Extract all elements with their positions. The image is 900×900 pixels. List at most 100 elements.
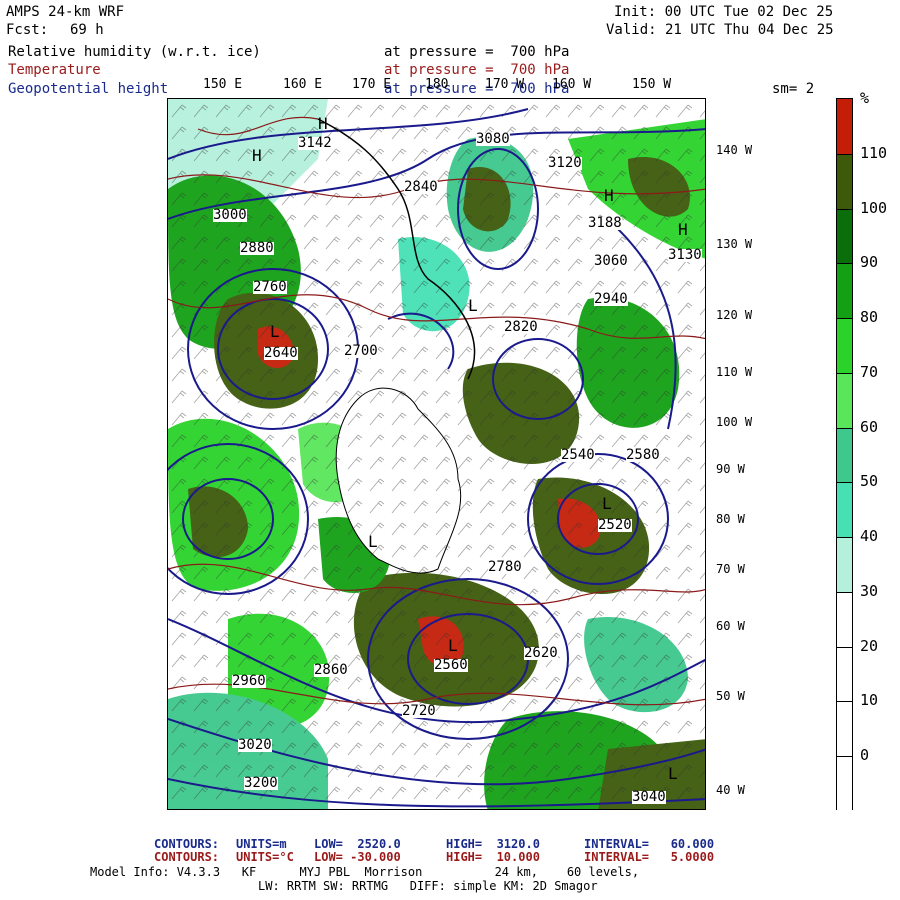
temp-contour-units: UNITS=°C bbox=[236, 850, 294, 864]
init-time: Init: 00 UTC Tue 02 Dec 25 bbox=[614, 4, 834, 20]
forecast-hour: 69 h bbox=[70, 22, 104, 38]
colorbar-tick-label: 10 bbox=[860, 691, 879, 710]
lat-label: 130 W bbox=[716, 237, 753, 251]
contour-label: 2580 bbox=[626, 447, 660, 463]
colorbar-segment bbox=[837, 537, 852, 594]
contour-label: 2700 bbox=[344, 343, 378, 359]
colorbar-tick-label: 40 bbox=[860, 527, 879, 546]
contour-label: 3130 bbox=[668, 247, 702, 263]
colorbar-tick-label: 0 bbox=[860, 746, 870, 765]
colorbar-tick-label: 60 bbox=[860, 417, 879, 436]
colorbar-segment bbox=[837, 701, 852, 758]
contour-label: 3142 bbox=[298, 135, 332, 151]
colorbar-segment bbox=[837, 482, 852, 539]
lat-label: 80 W bbox=[716, 512, 745, 526]
contour-label: 3040 bbox=[632, 789, 666, 805]
forecast-label: Fcst: bbox=[6, 22, 49, 38]
contour-label: 3120 bbox=[548, 155, 582, 171]
high-marker: H bbox=[604, 186, 614, 205]
temp-contour-interval: INTERVAL= 5.0000 bbox=[584, 850, 715, 864]
colorbar-segment bbox=[837, 591, 852, 649]
low-marker: L bbox=[270, 322, 280, 341]
colorbar-tick-label: 20 bbox=[860, 636, 879, 655]
contour-label: 2780 bbox=[488, 559, 522, 575]
colorbar-tick-label: 50 bbox=[860, 472, 879, 491]
contour-label: 2820 bbox=[504, 319, 538, 335]
field-level-rh: at pressure = 700 hPa bbox=[384, 44, 570, 60]
contour-label: 2720 bbox=[402, 703, 436, 719]
low-marker: L bbox=[368, 532, 378, 551]
colorbar-tick-label: 80 bbox=[860, 308, 879, 327]
colorbar-tick-label: 30 bbox=[860, 581, 879, 600]
contour-label: 3000 bbox=[213, 207, 247, 223]
lat-label: 70 W bbox=[716, 562, 745, 576]
contour-label: 2760 bbox=[253, 279, 287, 295]
colorbar-segment bbox=[837, 99, 852, 155]
low-marker: L bbox=[468, 296, 478, 315]
colorbar-segment bbox=[837, 372, 852, 430]
colorbar-segment bbox=[837, 263, 852, 320]
map-panel: 3142 3080 3120 2840 3000 2880 2760 2640 … bbox=[167, 98, 706, 810]
contour-label: 3080 bbox=[476, 131, 510, 147]
valid-time: Valid: 21 UTC Thu 04 Dec 25 bbox=[606, 22, 834, 38]
low-marker: L bbox=[602, 494, 612, 513]
contour-label: 2940 bbox=[594, 291, 628, 307]
low-marker: L bbox=[668, 764, 678, 783]
lon-label: 180 bbox=[425, 77, 449, 92]
lat-label: 120 W bbox=[716, 308, 753, 322]
physics-info: LW: RRTM SW: RRTMG DIFF: simple KM: 2D S… bbox=[258, 879, 598, 893]
contour-label: 2520 bbox=[598, 517, 632, 533]
contour-label: 2880 bbox=[240, 240, 274, 256]
colorbar-segment bbox=[837, 646, 852, 703]
high-marker: H bbox=[318, 114, 328, 133]
lon-label: 150 E bbox=[203, 77, 243, 92]
contour-label: 2620 bbox=[524, 645, 558, 661]
lon-label: 160 E bbox=[283, 77, 323, 92]
lat-label: 40 W bbox=[716, 783, 745, 797]
field-name-rh: Relative humidity (w.r.t. ice) bbox=[8, 44, 261, 60]
lon-label: 150 W bbox=[632, 77, 672, 92]
colorbar-segment bbox=[837, 153, 852, 211]
contour-label: 3060 bbox=[594, 253, 628, 269]
colorbar-tick-label: 90 bbox=[860, 253, 879, 272]
colorbar-unit: % bbox=[860, 89, 870, 107]
contour-label: 2560 bbox=[434, 657, 468, 673]
contour-label: 2860 bbox=[314, 662, 348, 678]
field-name-temperature: Temperature bbox=[8, 62, 101, 78]
temp-contour-low: LOW= -30.000 bbox=[314, 850, 401, 864]
lat-label: 60 W bbox=[716, 619, 745, 633]
temp-contour-label: CONTOURS: bbox=[154, 850, 220, 864]
lat-label: 50 W bbox=[716, 689, 745, 703]
colorbar-segment bbox=[837, 208, 852, 265]
low-marker: L bbox=[448, 636, 458, 655]
contour-label: 2640 bbox=[264, 345, 298, 361]
field-name-height: Geopotential height bbox=[8, 81, 169, 97]
lat-label: 110 W bbox=[716, 365, 753, 379]
contour-label: 3200 bbox=[244, 775, 278, 791]
colorbar-tick-label: 70 bbox=[860, 362, 879, 381]
lat-label: 100 W bbox=[716, 415, 753, 429]
smoothing-label: sm= 2 bbox=[772, 81, 815, 97]
lat-label: 140 W bbox=[716, 143, 753, 157]
contour-label: 3188 bbox=[588, 215, 622, 231]
map-title: AMPS 24-km WRF bbox=[6, 4, 125, 20]
contour-label: 3020 bbox=[238, 737, 272, 753]
colorbar-segment bbox=[837, 427, 852, 484]
contour-label: 2960 bbox=[232, 673, 266, 689]
colorbar-tick-label: 110 bbox=[860, 143, 888, 162]
field-level-temperature: at pressure = 700 hPa bbox=[384, 62, 570, 78]
colorbar-segment bbox=[837, 318, 852, 375]
colorbar-tick-label: 100 bbox=[860, 198, 888, 217]
contour-label: 2840 bbox=[404, 179, 438, 195]
humidity-colorbar bbox=[836, 98, 853, 813]
high-marker: H bbox=[678, 220, 688, 239]
lat-label: 90 W bbox=[716, 462, 745, 476]
contour-label: 2540 bbox=[561, 447, 595, 463]
lon-label: 170 E bbox=[352, 77, 392, 92]
lon-label: 160 W bbox=[552, 77, 592, 92]
colorbar-segment bbox=[837, 756, 852, 813]
temp-contour-high: HIGH= 10.000 bbox=[446, 850, 540, 864]
field-level-height: at pressure = 700 hPa bbox=[384, 81, 570, 97]
lon-label: 170 W bbox=[485, 77, 525, 92]
model-info: Model Info: V4.3.3 KF MYJ PBL Morrison 2… bbox=[90, 865, 640, 879]
